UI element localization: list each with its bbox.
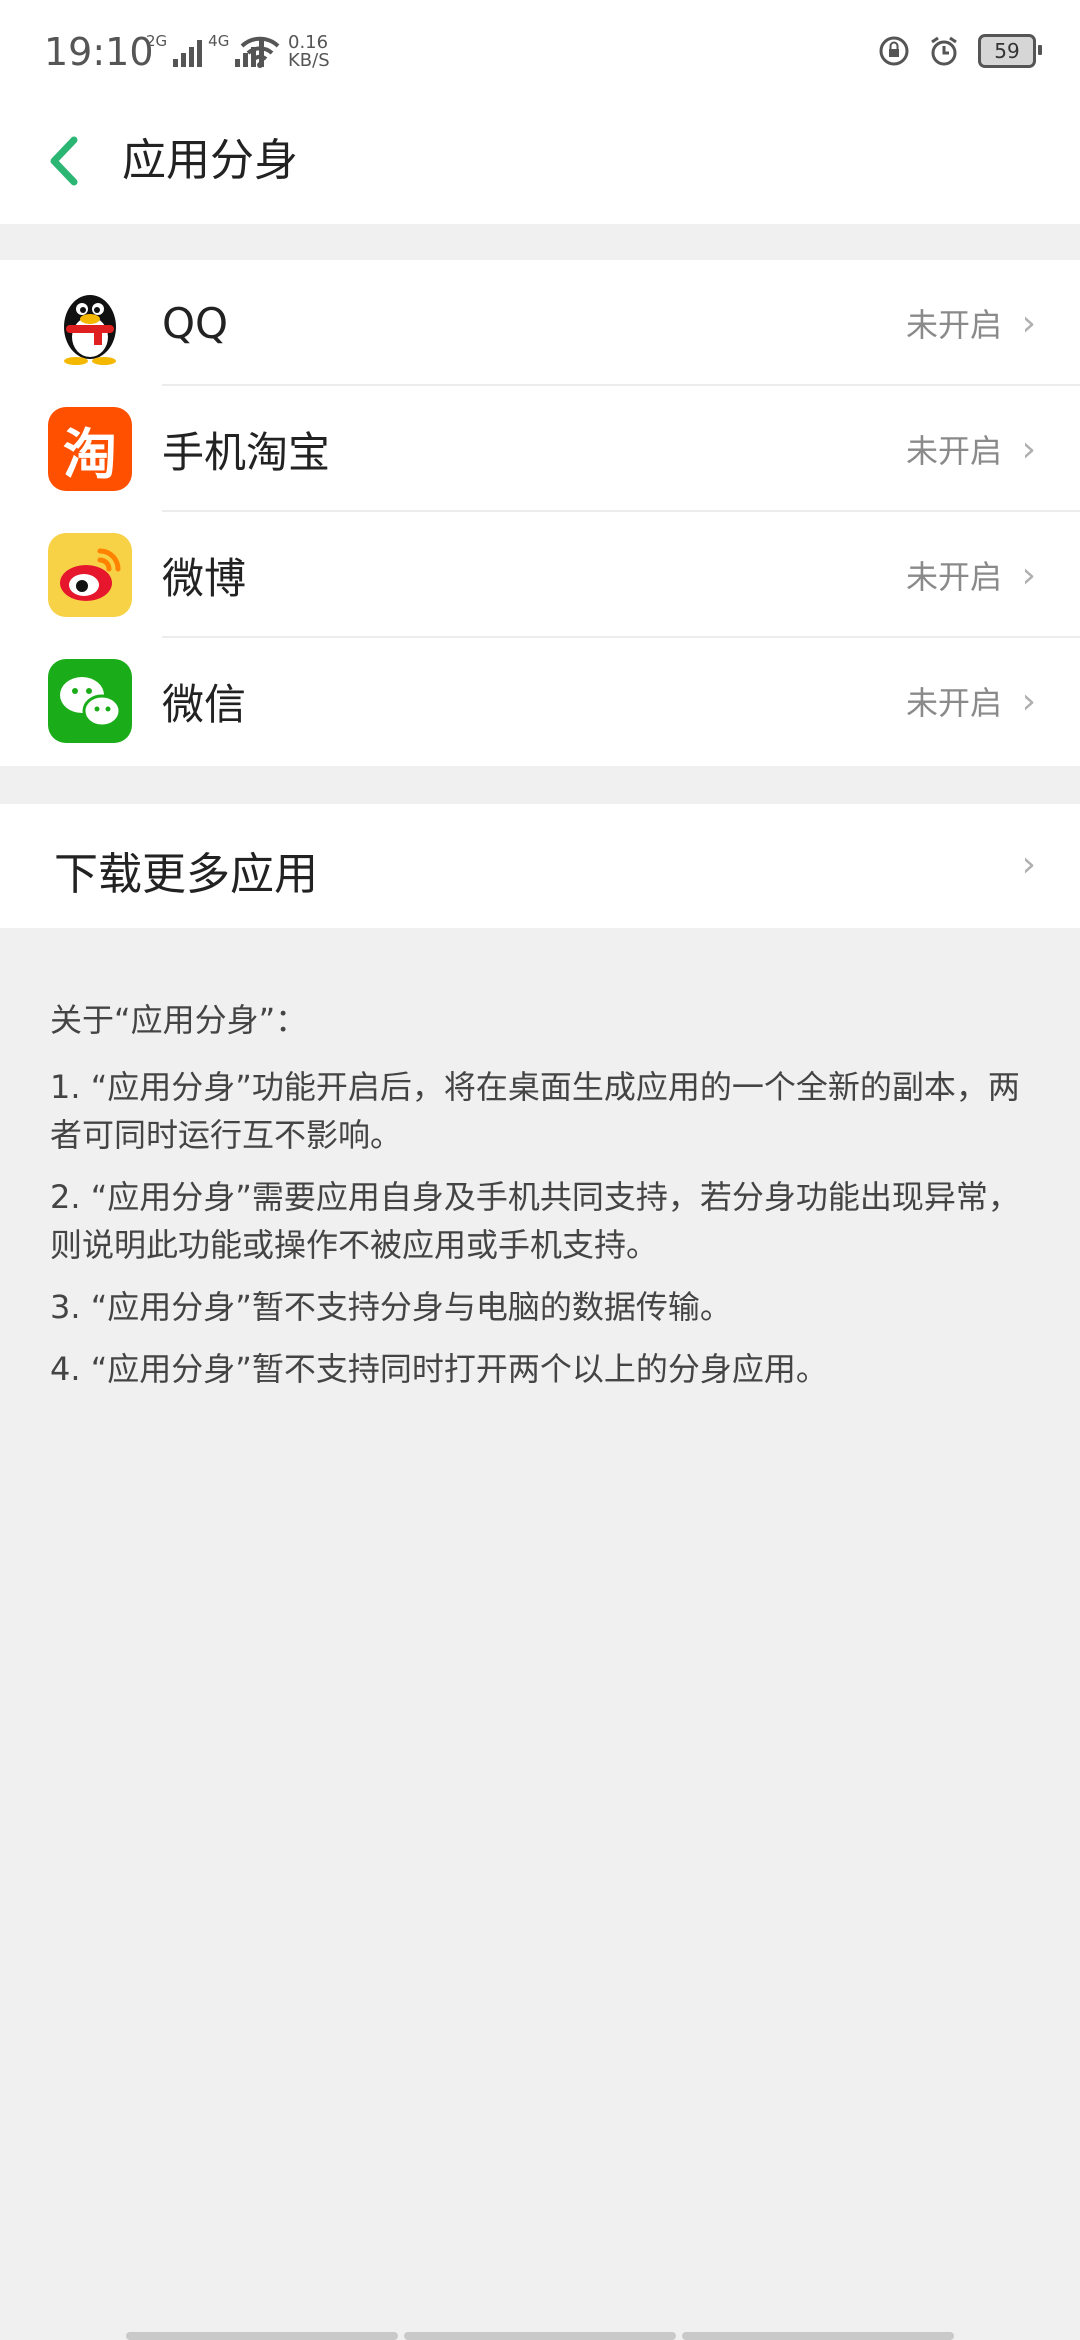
taobao-icon-glyph: 淘 xyxy=(63,422,117,486)
qq-penguin-icon xyxy=(48,281,132,365)
note-item: 3. “应用分身”暂不支持分身与电脑的数据传输。 xyxy=(50,1288,732,1326)
page-title: 应用分身 xyxy=(122,135,298,186)
lock-rotation-icon xyxy=(879,36,909,66)
download-more-label: 下载更多应用 xyxy=(54,849,318,900)
status-right: 59 xyxy=(878,34,1042,68)
download-more-apps-item[interactable]: 下载更多应用 › xyxy=(0,804,1080,928)
list-item-weibo[interactable]: 微博 未开启 › xyxy=(0,512,1080,638)
weibo-icon xyxy=(48,533,132,617)
taobao-icon: 淘 xyxy=(48,407,132,491)
chevron-right-icon: › xyxy=(1021,844,1036,885)
app-name: 手机淘宝 xyxy=(162,427,331,477)
back-arrow-icon xyxy=(50,136,78,186)
status-bar: 19:10 2G 4G 0.16 KB/S 59 xyxy=(0,0,1080,110)
app-name: 微信 xyxy=(162,679,247,729)
list-item-wechat[interactable]: 微信 未开启 › xyxy=(0,638,1080,764)
clone-status: 未开启 xyxy=(905,558,1002,596)
note-item: 4. “应用分身”暂不支持同时打开两个以上的分身应用。 xyxy=(50,1350,828,1388)
app-clone-list: QQ 未开启 › 淘 手机淘宝 未开启 › 微博 未开启 › 微信 未开启 › xyxy=(0,260,1080,766)
alarm-icon xyxy=(931,36,957,66)
network-2g-label: 2G xyxy=(146,32,168,50)
note-item: 1. “应用分身”功能开启后，将在桌面生成应用的一个全新的副本，两者可同时运行互… xyxy=(50,1068,1020,1154)
app-name: QQ xyxy=(162,298,229,348)
notes-title: 关于“应用分身”： xyxy=(50,1001,308,1039)
wechat-icon xyxy=(48,659,132,743)
signal-1-icon xyxy=(173,37,203,67)
back-button[interactable] xyxy=(42,128,88,194)
status-time: 19:10 xyxy=(44,30,154,74)
clone-status: 未开启 xyxy=(905,306,1002,344)
note-item: 2. “应用分身”需要应用自身及手机共同支持，若分身功能出现异常，则说明此功能或… xyxy=(50,1178,1020,1264)
battery-icon: 59 xyxy=(978,34,1042,68)
app-name: 微博 xyxy=(162,553,247,603)
chevron-right-icon: › xyxy=(1021,554,1036,596)
list-item-taobao[interactable]: 淘 手机淘宝 未开启 › xyxy=(0,386,1080,512)
home-indicator[interactable] xyxy=(126,2332,954,2340)
battery-level: 59 xyxy=(994,39,1020,63)
app-header: 应用分身 xyxy=(0,110,1080,224)
list-item-qq[interactable]: QQ 未开启 › xyxy=(0,260,1080,386)
network-speed: 0.16 KB/S xyxy=(288,34,330,70)
network-4g-label: 4G xyxy=(208,32,230,50)
speed-unit: KB/S xyxy=(288,50,330,71)
chevron-right-icon: › xyxy=(1021,302,1036,344)
about-notes: 关于“应用分身”： 1. “应用分身”功能开启后，将在桌面生成应用的一个全新的副… xyxy=(50,995,1040,1407)
clone-status: 未开启 xyxy=(905,684,1002,722)
clone-status: 未开启 xyxy=(905,432,1002,470)
chevron-right-icon: › xyxy=(1021,680,1036,722)
chevron-right-icon: › xyxy=(1021,428,1036,470)
wifi-icon xyxy=(240,36,280,72)
